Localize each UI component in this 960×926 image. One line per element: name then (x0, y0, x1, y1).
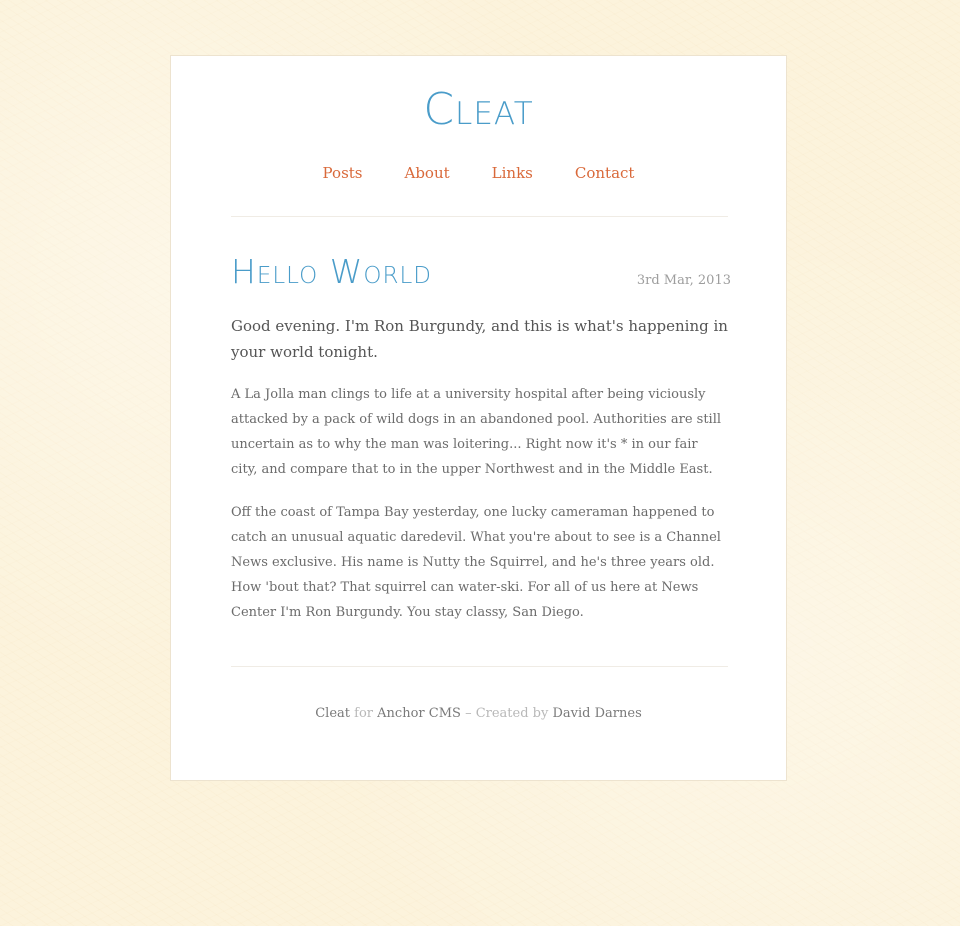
footer-credits: Cleat for Anchor CMS – Created by David … (171, 706, 786, 721)
main-nav: Posts About Links Contact (171, 164, 786, 182)
nav-item-posts[interactable]: Posts (323, 164, 363, 182)
post-paragraph: Off the coast of Tampa Bay yesterday, on… (231, 505, 721, 620)
footer-author-link[interactable]: David Darnes (552, 706, 641, 721)
footer-divider (231, 666, 728, 667)
post-title[interactable]: Hello World (231, 252, 432, 292)
post-date: 3rd Mar, 2013 (636, 273, 731, 288)
post-paragraph: A La Jolla man clings to life at a unive… (231, 387, 722, 477)
post-lead: Good evening. I'm Ron Burgundy, and this… (231, 317, 728, 361)
header-divider (231, 216, 728, 217)
nav-item-contact[interactable]: Contact (575, 164, 635, 182)
nav-item-links[interactable]: Links (492, 164, 533, 182)
footer-for-text: for (354, 706, 374, 721)
footer-theme-link[interactable]: Cleat (315, 706, 350, 721)
site-title[interactable]: Cleat (171, 84, 786, 136)
footer-created-by-text: – Created by (465, 706, 549, 721)
nav-item-about[interactable]: About (405, 164, 450, 182)
footer-cms-link[interactable]: Anchor CMS (377, 706, 461, 721)
content-card: Cleat Posts About Links Contact Hello World… (170, 55, 787, 781)
